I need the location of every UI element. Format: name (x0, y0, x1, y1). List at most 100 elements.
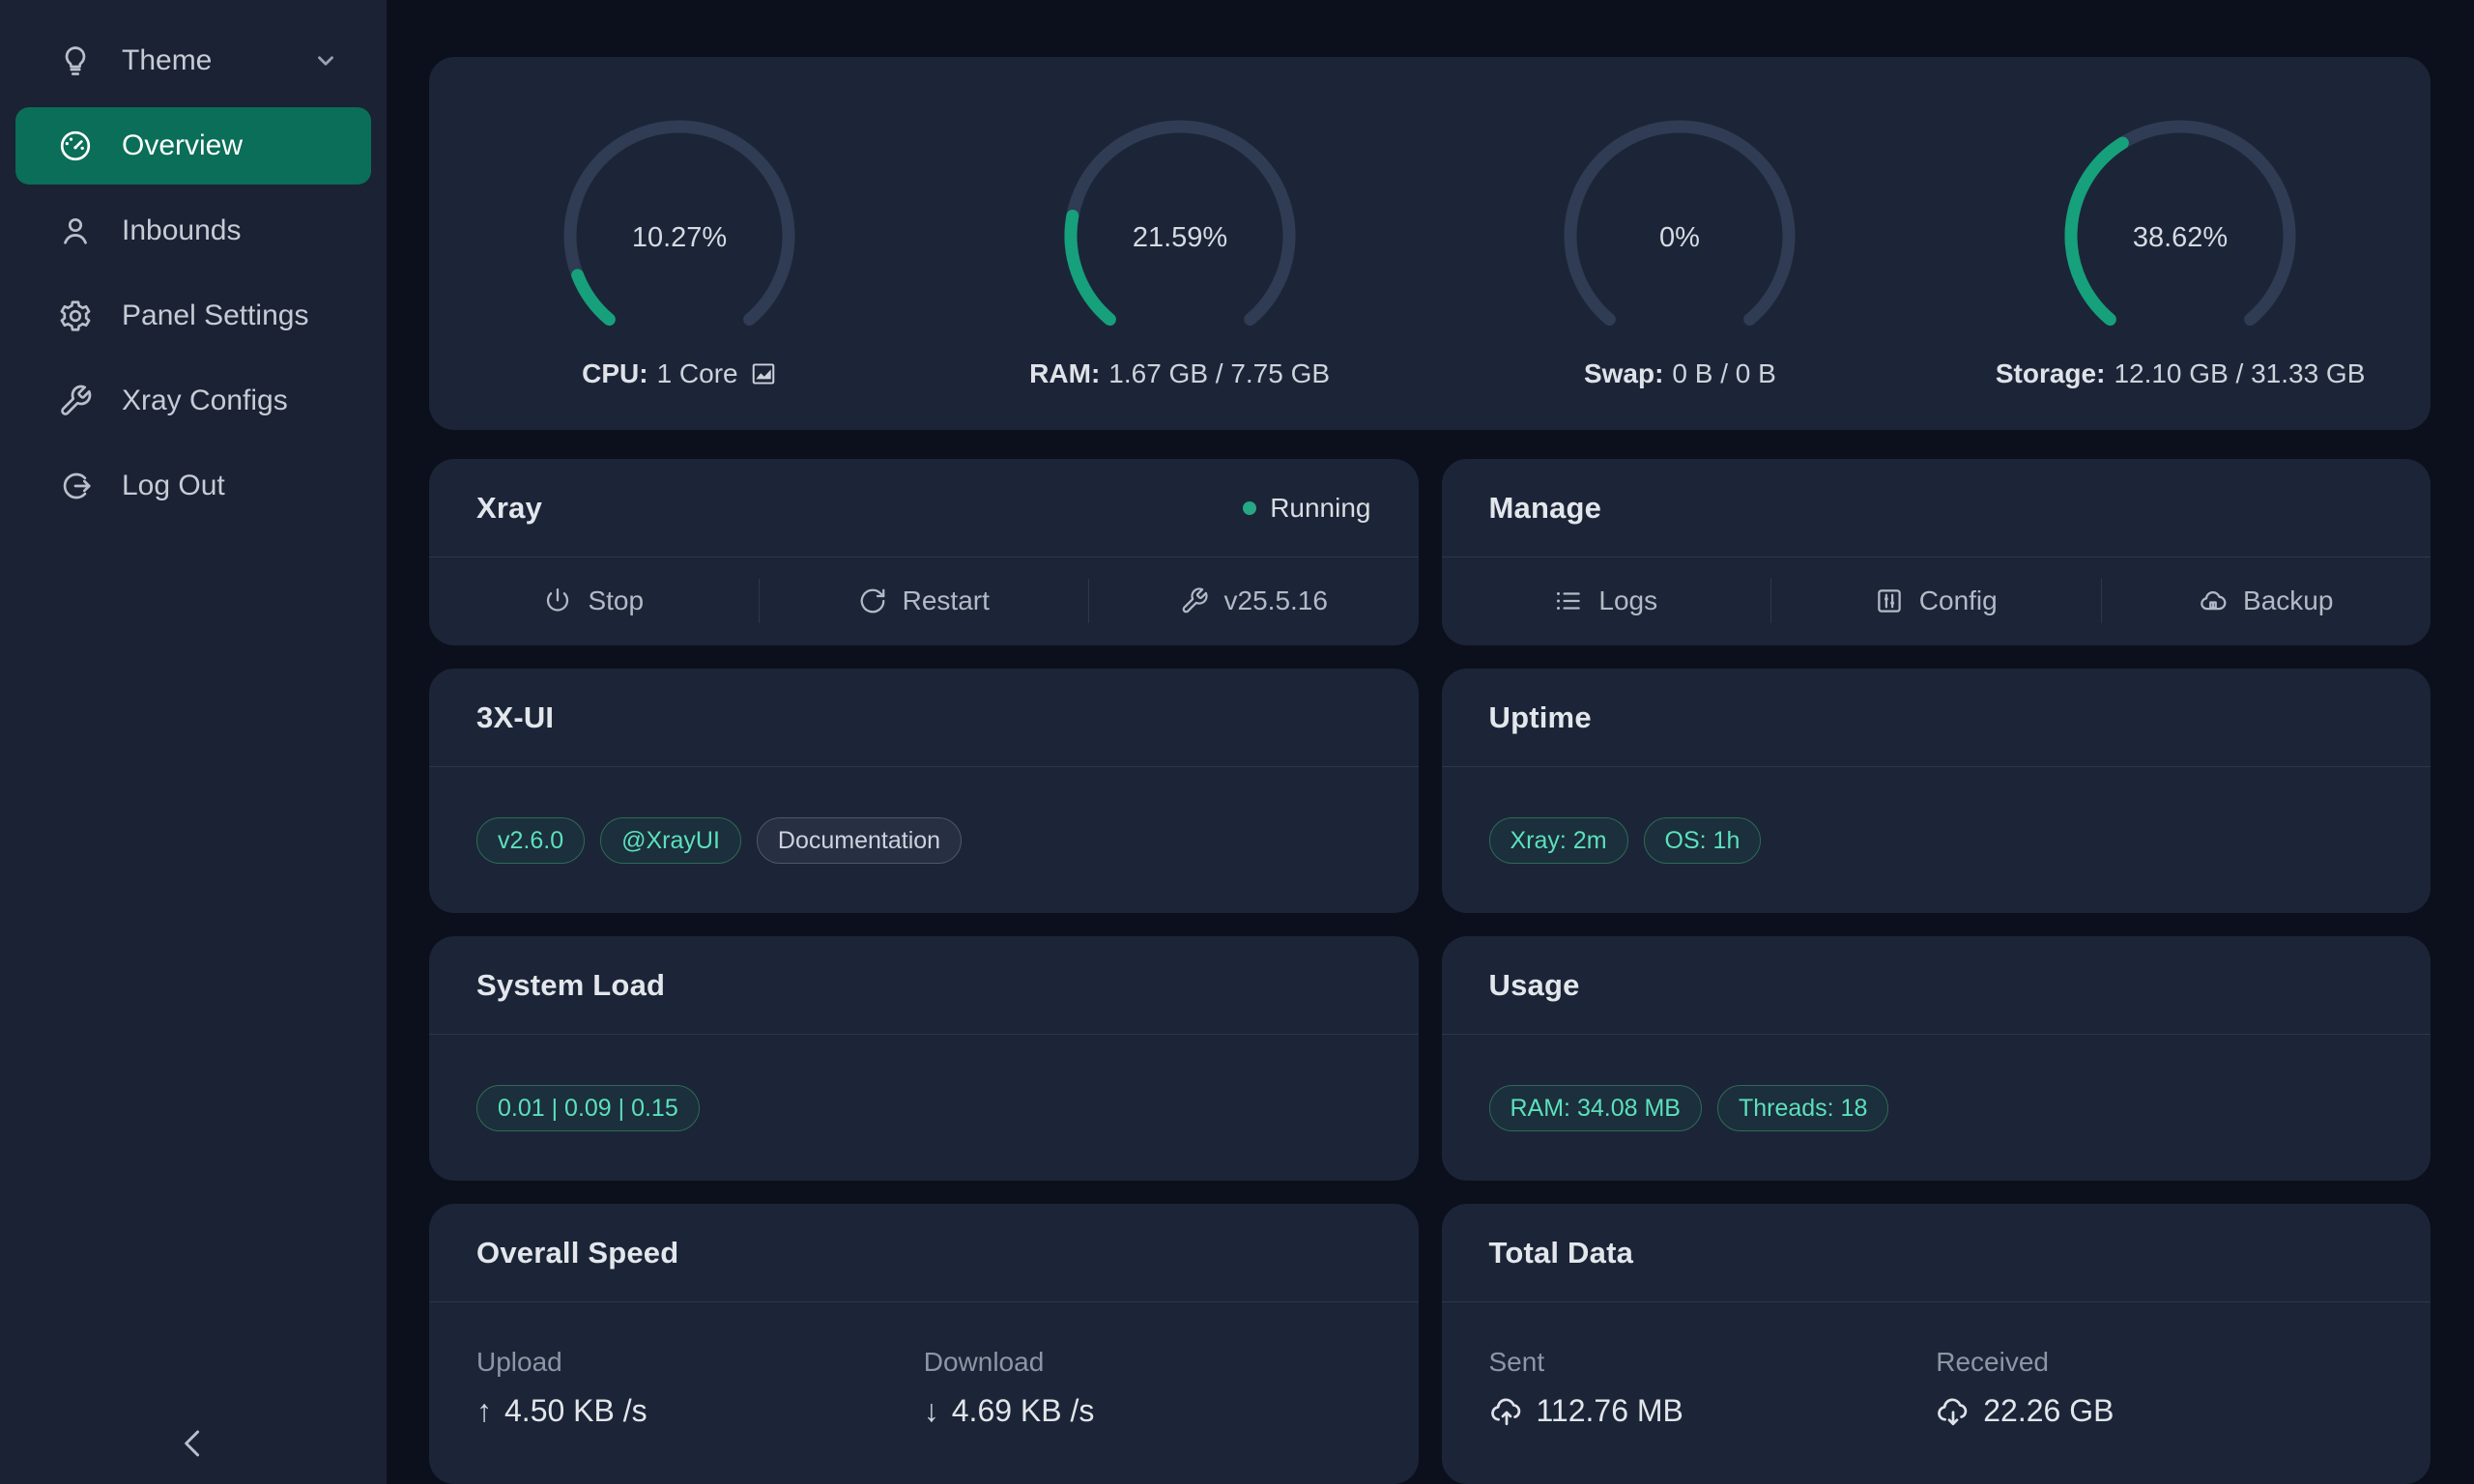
threads-tag: Threads: 18 (1717, 1085, 1888, 1132)
sliders-icon (1875, 586, 1904, 615)
sidebar-item-xray-configs[interactable]: Xray Configs (15, 362, 371, 440)
backup-button[interactable]: Backup (2102, 557, 2431, 644)
main-content: 10.27% CPU:1 Core 21.59% RAM:1.67 GB / 7… (387, 0, 2474, 1484)
sidebar-item-logout[interactable]: Log Out (15, 447, 371, 525)
system-load-card: System Load 0.01 | 0.09 | 0.15 (429, 936, 1419, 1181)
sidebar-item-label: Xray Configs (122, 385, 288, 417)
card-title: Manage (1489, 491, 1602, 526)
sidebar-item-panel-settings[interactable]: Panel Settings (15, 277, 371, 355)
overall-speed-body: Upload ↑ 4.50 KB /s Download ↓ 4.69 KB /… (429, 1302, 1419, 1429)
xray-status: Running (1243, 493, 1370, 524)
swap-label: Swap:0 B / 0 B (1584, 358, 1776, 389)
storage-gauge-block: 38.62% Storage:12.10 GB / 31.33 GB (1941, 115, 2421, 389)
ram-percent: 21.59% (1132, 222, 1226, 253)
gear-icon (58, 299, 93, 333)
uptime-card-header: Uptime (1442, 669, 2431, 767)
wrench-icon (1180, 586, 1209, 615)
upload-value: ↑ 4.50 KB /s (476, 1393, 924, 1429)
cpu-gauge: 10.27% (559, 115, 800, 357)
sidebar-item-inbounds[interactable]: Inbounds (15, 192, 371, 270)
overall-speed-card-header: Overall Speed (429, 1204, 1419, 1302)
version-tag[interactable]: v2.6.0 (476, 817, 585, 865)
xray-version-button[interactable]: v25.5.16 (1089, 557, 1419, 644)
storage-percent: 38.62% (2133, 222, 2228, 253)
download-value: ↓ 4.69 KB /s (924, 1393, 1371, 1429)
xray-actions: Stop Restart v25.5.16 (429, 557, 1419, 644)
swap-gauge-block: 0% Swap:0 B / 0 B (1440, 115, 1920, 389)
storage-gauge: 38.62% (2059, 115, 2301, 357)
logs-button[interactable]: Logs (1442, 557, 1771, 644)
cpu-percent: 10.27% (632, 222, 727, 253)
sidebar-item-label: Theme (122, 44, 212, 77)
usage-tags: RAM: 34.08 MB Threads: 18 (1442, 1035, 2431, 1182)
cpu-label: CPU:1 Core (582, 358, 777, 389)
sent-label: Sent (1489, 1347, 1937, 1378)
chevron-down-icon (313, 48, 338, 73)
manage-actions: Logs Config (1442, 557, 2431, 644)
xui-tags: v2.6.0 @XrayUI Documentation (429, 767, 1419, 914)
sent-stat: Sent 112.76 MB (1489, 1347, 1937, 1429)
wrench-icon (58, 384, 93, 418)
sidebar-item-label: Overview (122, 129, 243, 162)
stop-button[interactable]: Stop (429, 557, 759, 644)
xui-card-header: 3X-UI (429, 669, 1419, 767)
cloud-backup-icon (2199, 586, 2228, 615)
xui-card: 3X-UI v2.6.0 @XrayUI Documentation (429, 669, 1419, 913)
arrow-down-icon: ↓ (924, 1393, 939, 1429)
download-stat: Download ↓ 4.69 KB /s (924, 1347, 1371, 1429)
ram-label: RAM:1.67 GB / 7.75 GB (1029, 358, 1330, 389)
cpu-gauge-block: 10.27% CPU:1 Core (439, 115, 919, 389)
documentation-tag[interactable]: Documentation (757, 817, 962, 865)
total-data-body: Sent 112.76 MB Received (1442, 1302, 2431, 1429)
xray-card: Xray Running Stop Res (429, 459, 1419, 645)
cpu-history-chart-icon[interactable] (750, 360, 777, 387)
received-value: 22.26 GB (1936, 1393, 2383, 1429)
channel-tag[interactable]: @XrayUI (600, 817, 741, 865)
arrow-up-icon: ↑ (476, 1393, 492, 1429)
system-stats-card: 10.27% CPU:1 Core 21.59% RAM:1.67 GB / 7… (429, 57, 2431, 430)
card-title: Uptime (1489, 700, 1592, 735)
cloud-upload-icon (1489, 1394, 1524, 1429)
ram-usage-tag: RAM: 34.08 MB (1489, 1085, 1702, 1132)
sidebar: Theme Overview Inbounds Panel Settings (0, 0, 387, 1484)
speedometer-icon (58, 128, 93, 163)
manage-card: Manage Logs (1442, 459, 2431, 645)
status-dot (1243, 501, 1256, 515)
logout-icon (58, 469, 93, 503)
sidebar-item-label: Log Out (122, 470, 225, 502)
card-title: Overall Speed (476, 1236, 678, 1270)
uptime-tags: Xray: 2m OS: 1h (1442, 767, 2431, 914)
xray-uptime-tag: Xray: 2m (1489, 817, 1628, 865)
card-title: 3X-UI (476, 700, 554, 735)
card-title: Total Data (1489, 1236, 1634, 1270)
user-icon (58, 214, 93, 248)
upload-stat: Upload ↑ 4.50 KB /s (476, 1347, 924, 1429)
total-data-card-header: Total Data (1442, 1204, 2431, 1302)
uptime-card: Uptime Xray: 2m OS: 1h (1442, 669, 2431, 913)
download-label: Download (924, 1347, 1371, 1378)
config-button[interactable]: Config (1771, 557, 2101, 644)
os-uptime-tag: OS: 1h (1644, 817, 1762, 865)
sidebar-item-theme[interactable]: Theme (15, 22, 371, 100)
sidebar-item-label: Panel Settings (122, 300, 308, 332)
restart-icon (858, 586, 887, 615)
total-data-card: Total Data Sent 112.76 MB Received (1442, 1204, 2431, 1484)
ram-gauge-block: 21.59% RAM:1.67 GB / 7.75 GB (939, 115, 1420, 389)
collapse-sidebar-icon[interactable] (172, 1422, 215, 1465)
received-stat: Received 22.26 GB (1936, 1347, 2383, 1429)
power-icon (543, 586, 572, 615)
overall-speed-card: Overall Speed Upload ↑ 4.50 KB /s Downlo… (429, 1204, 1419, 1484)
system-load-tags: 0.01 | 0.09 | 0.15 (429, 1035, 1419, 1182)
card-title: System Load (476, 968, 665, 1003)
upload-label: Upload (476, 1347, 924, 1378)
swap-percent: 0% (1659, 222, 1700, 253)
card-title: Xray (476, 491, 542, 526)
cloud-download-icon (1936, 1394, 1971, 1429)
received-label: Received (1936, 1347, 2383, 1378)
xray-card-header: Xray Running (429, 459, 1419, 557)
list-icon (1554, 586, 1583, 615)
sidebar-item-overview[interactable]: Overview (15, 107, 371, 185)
swap-gauge: 0% (1559, 115, 1800, 357)
bulb-icon (58, 43, 93, 78)
restart-button[interactable]: Restart (760, 557, 1089, 644)
